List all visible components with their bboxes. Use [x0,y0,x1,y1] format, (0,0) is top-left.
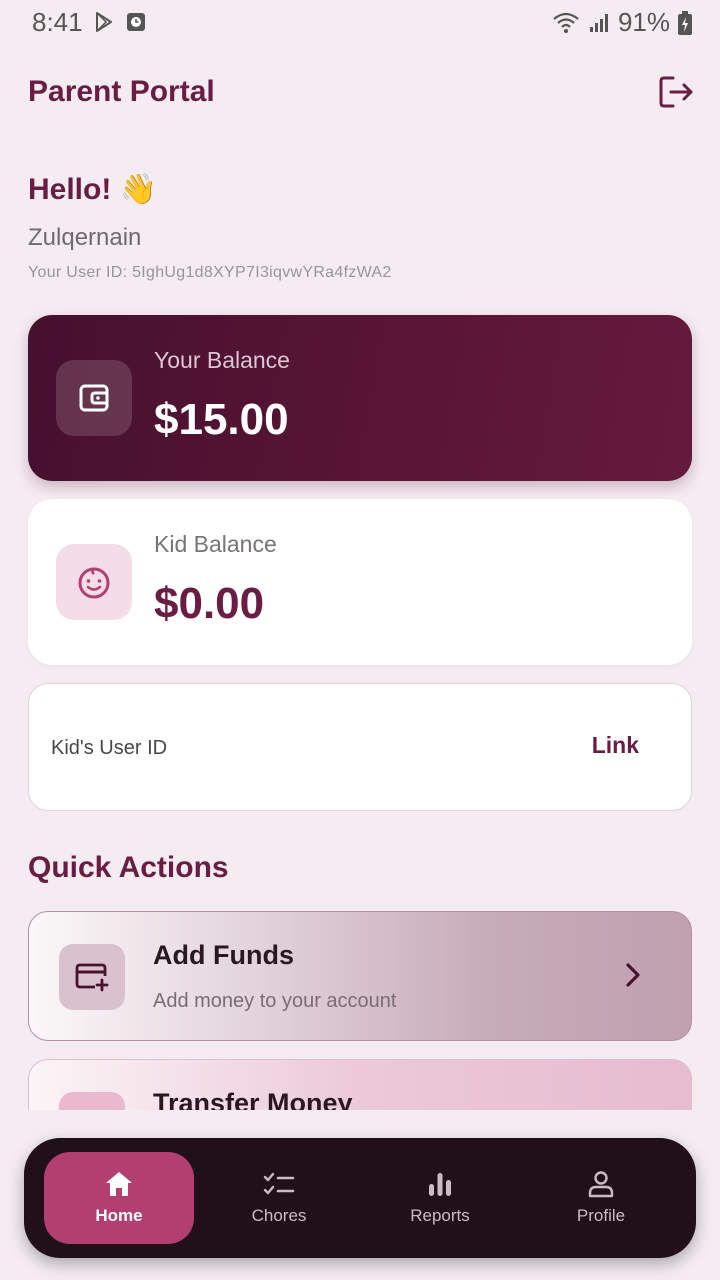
nav-profile[interactable]: Profile [526,1152,676,1244]
screen-recorder-icon [127,13,145,31]
battery-charging-icon [678,10,692,35]
baby-face-icon [78,567,110,599]
nav-chores-label: Chores [251,1206,307,1225]
logout-icon [659,76,693,108]
chevron-right-icon [626,963,640,987]
signal-icon [589,13,608,32]
play-store-icon [96,12,112,32]
link-button[interactable]: Link [592,732,639,759]
nav-home-label: Home [95,1206,143,1225]
link-kid-card: Link [28,683,692,811]
your-balance-label: Your Balance [154,347,290,373]
your-balance-value: $15.00 [154,395,289,444]
logout-button[interactable] [656,72,696,112]
nav-home[interactable]: Home [44,1152,194,1244]
checklist-icon [263,1172,295,1195]
person-icon [588,1171,614,1198]
kid-balance-label: Kid Balance [154,531,277,557]
kid-balance-value: $0.00 [154,579,265,628]
kid-user-id-input[interactable] [51,724,571,772]
wallet-icon [79,384,109,412]
status-bar: 8:41 91% [0,0,720,44]
your-balance-card: Your Balance $15.00 [28,315,692,481]
bottom-nav: Home Chores Reports Profile [24,1138,696,1258]
bar-chart-icon [429,1173,451,1196]
nav-reports-label: Reports [410,1206,470,1225]
add-card-icon [75,963,109,992]
page-title: Parent Portal [28,75,215,108]
quick-actions-title: Quick Actions [28,851,229,884]
status-time: 8:41 [32,7,83,37]
add-funds-title: Add Funds [153,940,294,970]
user-id-text: Your User ID: 5IghUg1d8XYP7I3iqvwYRa4fzW… [28,264,392,281]
home-icon [106,1172,132,1196]
nav-profile-label: Profile [576,1206,626,1225]
nav-chores[interactable]: Chores [204,1152,354,1244]
greeting-heading: Hello! 👋 [28,173,158,206]
kid-balance-card: Kid Balance $0.00 [28,499,692,665]
add-funds-button[interactable]: Add Funds Add money to your account [28,911,692,1041]
add-funds-subtitle: Add money to your account [153,990,397,1012]
nav-reports[interactable]: Reports [365,1152,515,1244]
app-header: Parent Portal [28,70,696,114]
wifi-icon [553,12,579,33]
user-name: Zulqernain [28,224,142,251]
battery-percentage: 91% [617,7,670,37]
